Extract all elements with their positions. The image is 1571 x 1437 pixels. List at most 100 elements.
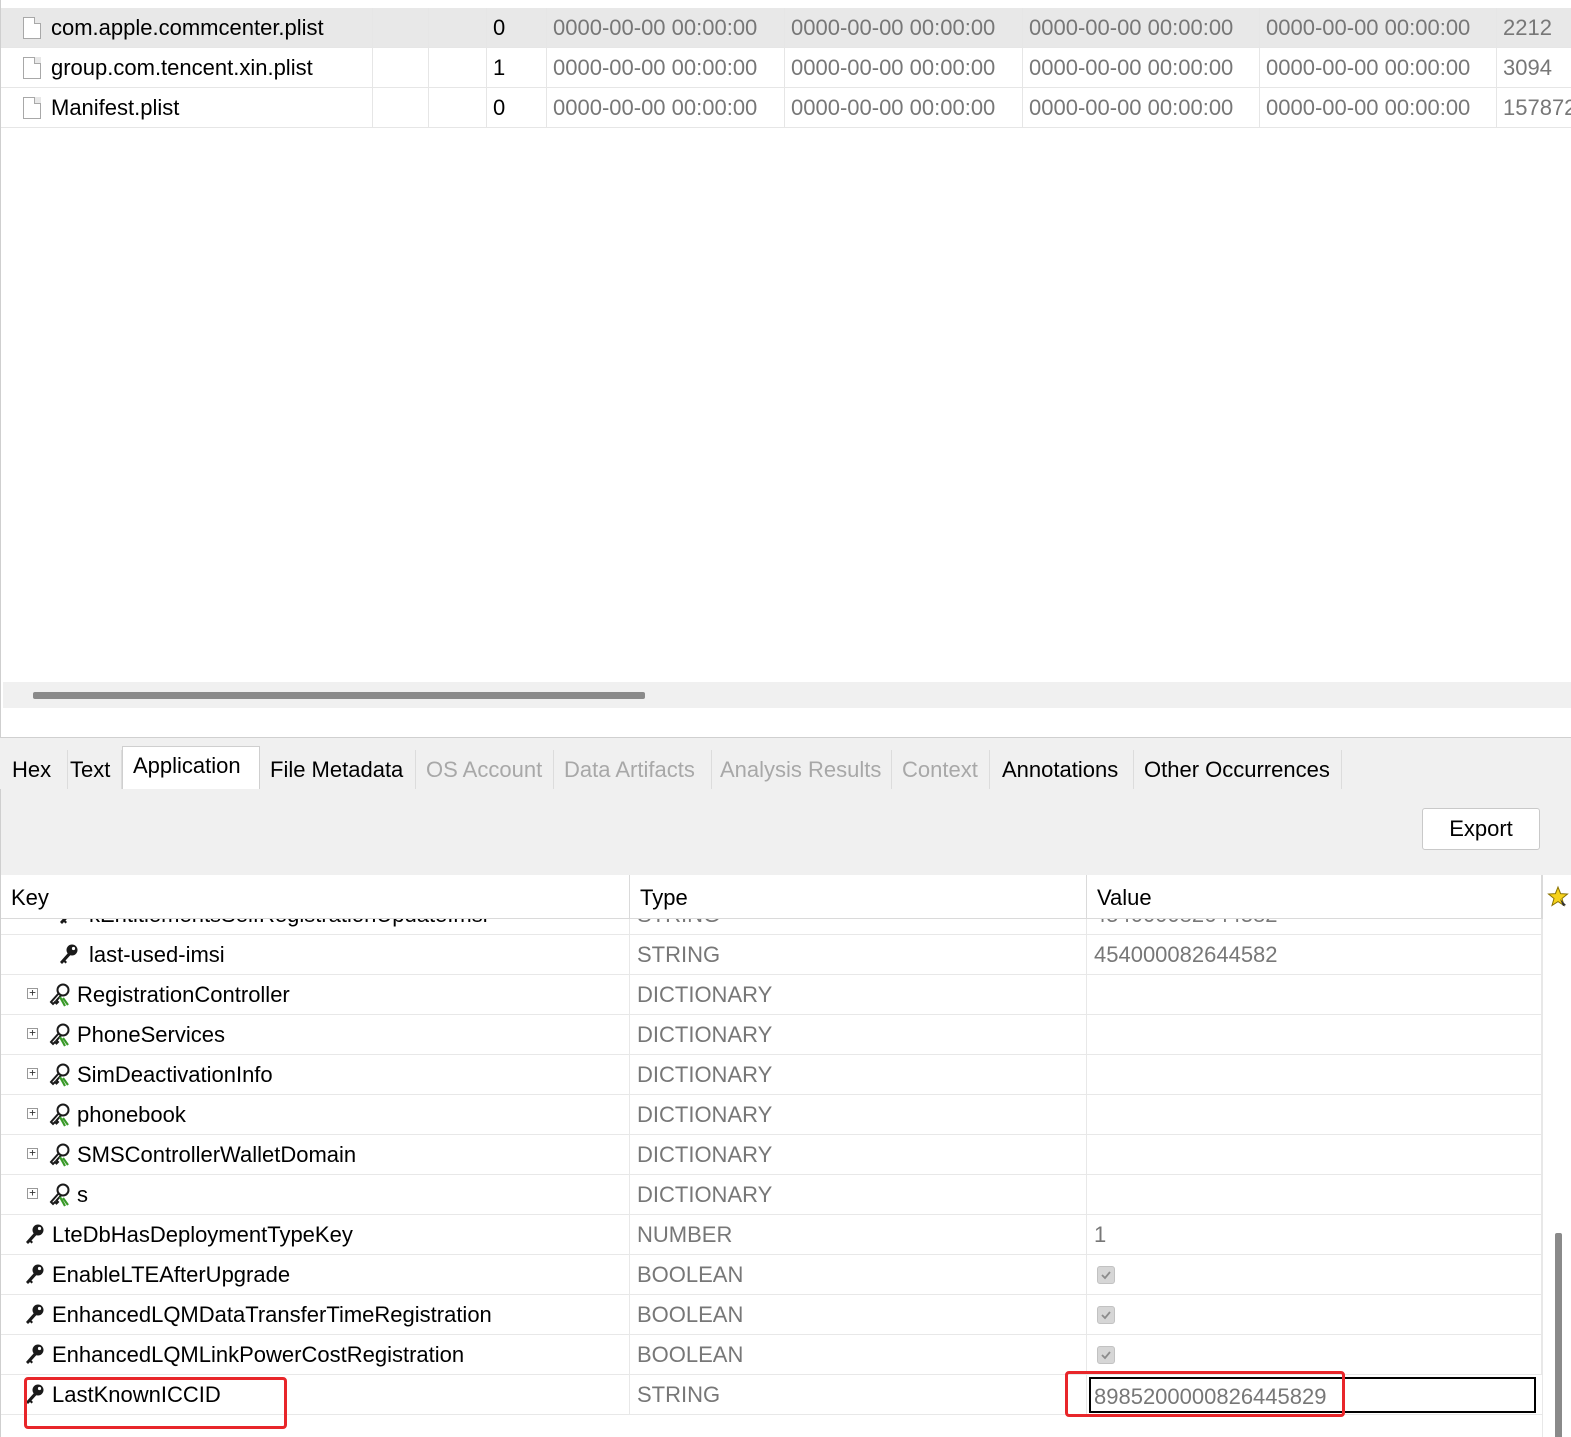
tree-row[interactable]: EnableLTEAfterUpgrade BOOLEAN — [1, 1255, 1542, 1295]
file-cell-blank — [429, 88, 487, 128]
file-size: 157872 — [1503, 95, 1571, 120]
tree-value-cell — [1087, 1135, 1542, 1175]
file-time: 0000-00-00 00:00:00 — [1260, 48, 1497, 88]
file-time: 0000-00-00 00:00:00 — [1023, 8, 1260, 48]
file-size: 3094 — [1503, 55, 1552, 80]
tree-row[interactable]: EnhancedLQMDataTransferTimeRegistration B… — [1, 1295, 1542, 1335]
file-time: 0000-00-00 00:00:00 — [547, 8, 785, 48]
file-cell-blank — [373, 8, 429, 48]
tree-value-cell — [1087, 975, 1542, 1015]
tree-row-dictionary[interactable]: + SimDeactivationInfo DICTIONARY — [1, 1055, 1542, 1095]
tree-value-cell — [1087, 1175, 1542, 1215]
file-cell-blank — [429, 48, 487, 88]
tree-type-cell: DICTIONARY — [630, 975, 1087, 1015]
tree-type-cell: STRING — [630, 1375, 1087, 1415]
tree-type-cell: DICTIONARY — [630, 1095, 1087, 1135]
tree-value-cell — [1087, 1095, 1542, 1135]
horizontal-scrollbar-thumb[interactable] — [33, 692, 645, 699]
checkbox[interactable] — [1097, 1266, 1115, 1284]
tab-context[interactable]: Context — [896, 750, 990, 790]
tab-analysis-results[interactable]: Analysis Results — [716, 750, 892, 790]
tab-hex[interactable]: Hex — [10, 750, 68, 790]
file-icon — [23, 57, 41, 79]
file-list-table: com.apple.commcenter.plist 0 0000-00-00 … — [0, 0, 1571, 737]
tree-type-cell: BOOLEAN — [630, 1295, 1087, 1335]
file-cell-flag: 0 — [487, 8, 547, 48]
checkbox[interactable] — [1097, 1346, 1115, 1364]
tree-type-cell: DICTIONARY — [630, 1135, 1087, 1175]
tree-row-dictionary[interactable]: + PhoneServices DICTIONARY — [1, 1015, 1542, 1055]
tab-application[interactable]: Application — [122, 746, 260, 790]
tree-type-cell: DICTIONARY — [630, 1175, 1087, 1215]
file-cell-flag: 1 — [487, 48, 547, 88]
tree-type-cell: STRING — [630, 935, 1087, 975]
tree-type-cell: BOOLEAN — [630, 1255, 1087, 1295]
tree-value-cell — [1087, 1255, 1542, 1295]
file-time: 0000-00-00 00:00:00 — [1260, 8, 1497, 48]
tab-file-metadata[interactable]: File Metadata — [264, 750, 416, 790]
tree-value-cell — [1087, 1335, 1542, 1375]
tree-type-cell: BOOLEAN — [630, 1335, 1087, 1375]
tree-key-cell: EnableLTEAfterUpgrade — [1, 1255, 630, 1295]
tree-row[interactable]: last-used-imsi STRING 454000082644582 — [1, 935, 1542, 975]
file-icon — [23, 17, 41, 39]
vertical-scrollbar[interactable] — [1542, 919, 1571, 1437]
tree-row-dictionary[interactable]: + phonebook DICTIONARY — [1, 1095, 1542, 1135]
export-button[interactable]: Export — [1422, 808, 1540, 850]
tree-key-cell: EnhancedLQMLinkPowerCostRegistration — [1, 1335, 630, 1375]
tree-key-cell: LteDbHasDeploymentTypeKey — [1, 1215, 630, 1255]
tree-key-cell: RegistrationController — [1, 975, 630, 1015]
tree-key-cell: SMSControllerWalletDomain — [1, 1135, 630, 1175]
tree-key-cell: phonebook — [1, 1095, 630, 1135]
file-time: 0000-00-00 00:00:00 — [547, 88, 785, 128]
file-row[interactable]: Manifest.plist 0 0000-00-00 00:00:00 000… — [1, 88, 1571, 128]
tree-key-cell: EnhancedLQMDataTransferTimeRegistration — [1, 1295, 630, 1335]
file-cell-blank — [429, 8, 487, 48]
tree-key-cell: last-used-imsi — [1, 935, 630, 975]
tree-row[interactable]: EnhancedLQMLinkPowerCostRegistration BOOL… — [1, 1335, 1542, 1375]
tab-data-artifacts[interactable]: Data Artifacts — [558, 750, 712, 790]
viewer-tab-bar: Hex Text Application File Metadata OS Ac… — [0, 737, 1571, 790]
file-size: 2212 — [1503, 15, 1552, 40]
file-row[interactable]: group.com.tencent.xin.plist 1 0000-00-00… — [1, 48, 1571, 88]
column-header-type[interactable]: Type — [630, 875, 1087, 919]
tree-key-cell: LastKnownICCID — [1, 1375, 630, 1415]
tree-row-dictionary[interactable]: + SMSControllerWalletDomain DICTIONARY — [1, 1135, 1542, 1175]
tree-type-cell: NUMBER — [630, 1215, 1087, 1255]
file-icon — [23, 97, 41, 119]
tab-other-occurrences[interactable]: Other Occurrences — [1138, 750, 1342, 790]
column-chooser-button[interactable] — [1542, 875, 1571, 919]
tab-os-account[interactable]: OS Account — [420, 750, 554, 790]
checkbox[interactable] — [1097, 1306, 1115, 1324]
tree-value-cell: 1 — [1087, 1215, 1542, 1255]
application-panel: Export Key Type Value kEntitlementsSelfR… — [0, 789, 1571, 1437]
tree-type-cell: DICTIONARY — [630, 1015, 1087, 1055]
file-time: 0000-00-00 00:00:00 — [547, 48, 785, 88]
column-header-value[interactable]: Value — [1087, 875, 1542, 919]
tree-row-dictionary[interactable]: + s DICTIONARY — [1, 1175, 1542, 1215]
star-icon — [1547, 885, 1569, 907]
vertical-scrollbar-thumb[interactable] — [1555, 1233, 1562, 1437]
column-header-key[interactable]: Key — [1, 875, 630, 919]
file-row[interactable]: com.apple.commcenter.plist 0 0000-00-00 … — [1, 8, 1571, 48]
plist-tree-table: Key Type Value kEntitlementsSelfRegistra… — [1, 875, 1571, 1437]
tree-row[interactable]: LteDbHasDeploymentTypeKey NUMBER 1 — [1, 1215, 1542, 1255]
tree-type-cell: DICTIONARY — [630, 1055, 1087, 1095]
file-name: com.apple.commcenter.plist — [45, 8, 373, 48]
file-cell-blank — [373, 88, 429, 128]
file-time: 0000-00-00 00:00:00 — [1023, 48, 1260, 88]
horizontal-scrollbar[interactable] — [3, 682, 1571, 708]
tree-key-cell: SimDeactivationInfo — [1, 1055, 630, 1095]
file-time: 0000-00-00 00:00:00 — [785, 48, 1023, 88]
tree-value-cell — [1087, 1055, 1542, 1095]
file-time: 0000-00-00 00:00:00 — [1260, 88, 1497, 128]
tree-value-editor[interactable]: 89852000008264458​29 — [1089, 1377, 1536, 1413]
tree-row[interactable]: LastKnownICCID STRING 89852000008264458​29 — [1, 1375, 1542, 1415]
tree-row-dictionary[interactable]: + RegistrationController DICTIONARY — [1, 975, 1542, 1015]
file-name: group.com.tencent.xin.plist — [45, 48, 373, 88]
file-time: 0000-00-00 00:00:00 — [1023, 88, 1260, 128]
file-time: 0000-00-00 00:00:00 — [785, 88, 1023, 128]
tab-text[interactable]: Text — [68, 750, 122, 790]
tab-annotations[interactable]: Annotations — [996, 750, 1134, 790]
file-cell-blank — [373, 48, 429, 88]
